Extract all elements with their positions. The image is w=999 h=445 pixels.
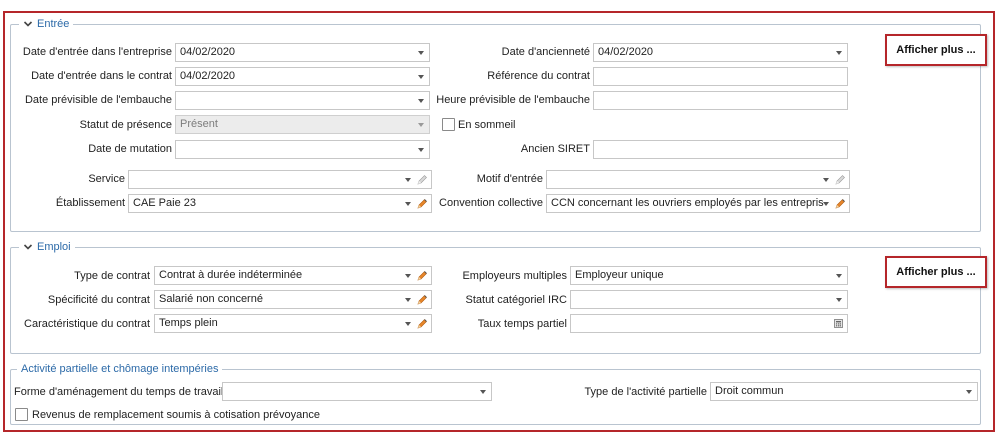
date-previsible-embauche-field[interactable] <box>175 91 430 110</box>
heure-previsible-embauche-field[interactable] <box>593 91 848 110</box>
taux-temps-partiel-label: Taux temps partiel <box>477 318 567 330</box>
heure-previsible-embauche-label: Heure prévisible de l'embauche <box>436 94 590 106</box>
dropdown-arrow-icon[interactable] <box>418 75 424 79</box>
statut-presence-field: Présent <box>175 115 430 134</box>
reference-contrat-label: Référence du contrat <box>487 70 590 82</box>
type-activite-partielle-label: Type de l'activité partielle <box>584 386 707 398</box>
date-previsible-embauche-label: Date prévisible de l'embauche <box>24 94 172 106</box>
dropdown-arrow-icon[interactable] <box>405 178 411 182</box>
ancien-siret-label: Ancien SIRET <box>520 143 590 155</box>
section-activite-header: Activité partielle et chômage intempérie… <box>17 362 223 376</box>
reference-contrat-field[interactable] <box>593 67 848 86</box>
revenus-remplacement-checkbox[interactable] <box>15 408 28 421</box>
dropdown-arrow-icon <box>418 123 424 127</box>
chevron-down-icon[interactable] <box>23 242 33 252</box>
chevron-down-icon[interactable] <box>23 19 33 29</box>
dropdown-arrow-icon[interactable] <box>405 298 411 302</box>
section-entree-header[interactable]: Entrée <box>19 17 74 31</box>
section-activite-title: Activité partielle et chômage intempérie… <box>21 363 219 375</box>
employeurs-multiples-field[interactable]: Employeur unique <box>570 266 848 285</box>
pencil-icon[interactable] <box>416 198 428 210</box>
forme-amenagement-label: Forme d'aménagement du temps de travail <box>14 386 224 398</box>
dropdown-arrow-icon[interactable] <box>966 390 972 394</box>
service-field[interactable] <box>128 170 432 189</box>
dropdown-arrow-icon[interactable] <box>480 390 486 394</box>
dropdown-arrow-icon[interactable] <box>405 202 411 206</box>
statut-categoriel-irc-field[interactable] <box>570 290 848 309</box>
service-label: Service <box>88 173 125 185</box>
dropdown-arrow-icon[interactable] <box>836 274 842 278</box>
pencil-icon[interactable] <box>416 318 428 330</box>
dropdown-arrow-icon[interactable] <box>823 202 829 206</box>
date-entree-entreprise-field[interactable]: 04/02/2020 <box>175 43 430 62</box>
pencil-icon[interactable] <box>416 294 428 306</box>
afficher-plus-emploi-button[interactable]: Afficher plus ... <box>885 256 987 288</box>
dropdown-arrow-icon[interactable] <box>405 322 411 326</box>
pencil-icon <box>834 174 846 186</box>
date-mutation-label: Date de mutation <box>88 143 172 155</box>
date-mutation-field[interactable] <box>175 140 430 159</box>
motif-entree-field[interactable] <box>546 170 850 189</box>
statut-presence-label: Statut de présence <box>79 119 172 131</box>
section-emploi-header[interactable]: Emploi <box>19 240 75 254</box>
convention-collective-label: Convention collective <box>439 197 543 209</box>
en-sommeil-label: En sommeil <box>458 119 516 131</box>
specificite-contrat-field[interactable]: Salarié non concerné <box>154 290 432 309</box>
pencil-icon[interactable] <box>834 198 846 210</box>
statut-categoriel-irc-label: Statut catégoriel IRC <box>465 294 568 306</box>
calculator-icon[interactable] <box>834 319 843 328</box>
etablissement-label: Établissement <box>55 197 125 209</box>
revenus-remplacement-label: Revenus de remplacement soumis à cotisat… <box>32 409 320 421</box>
type-contrat-field[interactable]: Contrat à durée indéterminée <box>154 266 432 285</box>
dropdown-arrow-icon[interactable] <box>418 51 424 55</box>
specificite-contrat-label: Spécificité du contrat <box>47 294 150 306</box>
forme-amenagement-field[interactable] <box>222 382 492 401</box>
employeurs-multiples-label: Employeurs multiples <box>462 270 567 282</box>
motif-entree-label: Motif d'entrée <box>476 173 543 185</box>
afficher-plus-entree-button[interactable]: Afficher plus ... <box>885 34 987 66</box>
pencil-icon <box>416 174 428 186</box>
etablissement-field[interactable]: CAE Paie 23 <box>128 194 432 213</box>
type-activite-partielle-field[interactable]: Droit commun <box>710 382 978 401</box>
section-emploi-title: Emploi <box>37 241 71 253</box>
date-anciennete-field[interactable]: 04/02/2020 <box>593 43 848 62</box>
section-entree-title: Entrée <box>37 18 70 30</box>
dropdown-arrow-icon[interactable] <box>418 148 424 152</box>
dropdown-arrow-icon[interactable] <box>405 274 411 278</box>
ancien-siret-field[interactable] <box>593 140 848 159</box>
dropdown-arrow-icon[interactable] <box>823 178 829 182</box>
en-sommeil-checkbox[interactable] <box>442 118 455 131</box>
pencil-icon[interactable] <box>416 270 428 282</box>
taux-temps-partiel-field[interactable] <box>570 314 848 333</box>
date-entree-entreprise-label: Date d'entrée dans l'entreprise <box>22 46 172 58</box>
date-entree-contrat-label: Date d'entrée dans le contrat <box>31 70 172 82</box>
date-entree-contrat-field[interactable]: 04/02/2020 <box>175 67 430 86</box>
caracteristique-contrat-label: Caractéristique du contrat <box>24 318 150 330</box>
type-contrat-label: Type de contrat <box>74 270 150 282</box>
dropdown-arrow-icon[interactable] <box>836 298 842 302</box>
date-anciennete-label: Date d'ancienneté <box>501 46 590 58</box>
convention-collective-field[interactable]: CCN concernant les ouvriers employés par… <box>546 194 850 213</box>
caracteristique-contrat-field[interactable]: Temps plein <box>154 314 432 333</box>
dropdown-arrow-icon[interactable] <box>836 51 842 55</box>
